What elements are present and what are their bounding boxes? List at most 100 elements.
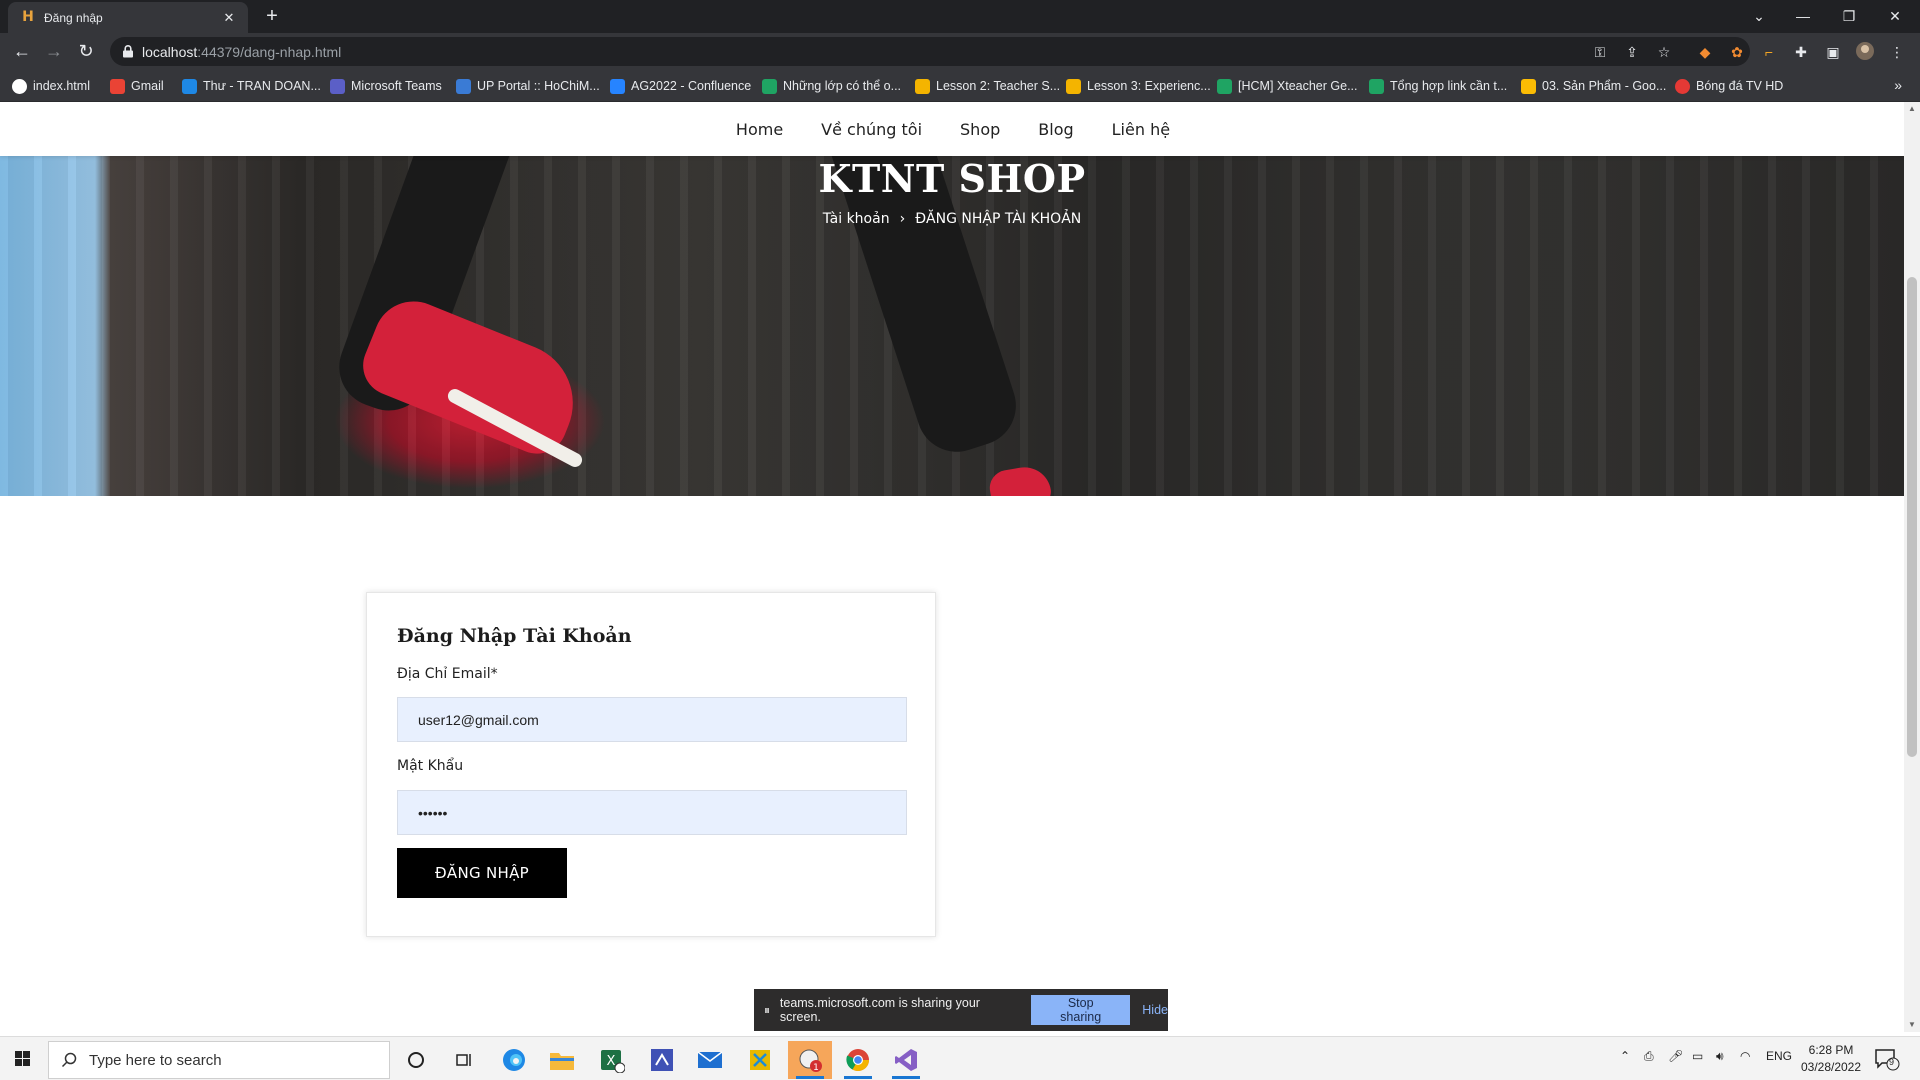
close-tab-icon[interactable]: ✕ — [220, 9, 238, 27]
visual-studio-code-icon[interactable] — [640, 1041, 684, 1079]
page-viewport: Home Về chúng tôi Shop Blog Liên hệ KTNT… — [0, 102, 1904, 1032]
bookmark-item[interactable]: Những lớp có thể o... — [762, 77, 901, 95]
site-favicon-icon: H — [22, 9, 34, 25]
scroll-down-arrow-icon[interactable]: ▼ — [1907, 1020, 1917, 1030]
teams-taskbar-icon[interactable]: 1 — [788, 1041, 832, 1079]
wifi-icon[interactable]: ◠ — [1740, 1049, 1750, 1063]
edge-browser-icon[interactable] — [492, 1041, 536, 1079]
profile-avatar[interactable] — [1854, 41, 1876, 63]
lock-icon[interactable] — [122, 45, 134, 58]
github-icon — [12, 78, 27, 94]
drag-handle-icon[interactable]: ⏸ — [764, 1003, 772, 1018]
show-hidden-icons-icon[interactable]: ⌃ — [1620, 1049, 1630, 1063]
start-button[interactable] — [0, 1037, 46, 1080]
breadcrumb-link-account[interactable]: Tài khoản — [823, 211, 890, 227]
svg-text:X: X — [607, 1054, 616, 1069]
chrome-icon[interactable] — [836, 1041, 880, 1079]
bookmark-item[interactable]: index.html — [12, 77, 90, 95]
nav-item-contact[interactable]: Liên hệ — [1112, 120, 1170, 139]
mail-icon[interactable] — [688, 1041, 732, 1079]
email-field[interactable] — [397, 697, 907, 742]
excel-icon[interactable]: X — [590, 1041, 634, 1079]
meet-now-icon[interactable]: ⎙ — [1644, 1049, 1654, 1064]
file-explorer-icon[interactable] — [540, 1041, 584, 1079]
language-indicator[interactable]: ENG — [1766, 1049, 1792, 1063]
microphone-icon[interactable]: 🎤︎ — [1668, 1049, 1683, 1063]
task-view-icon[interactable] — [442, 1041, 486, 1079]
bookmark-item[interactable]: UP Portal :: HoChiM... — [456, 77, 600, 95]
restore-button[interactable]: ❐ — [1836, 4, 1862, 28]
extension-icon[interactable]: ⌐ — [1758, 41, 1780, 63]
address-bar[interactable]: localhost:44379/dang-nhap.html ⚿ ⇪ ☆ — [110, 37, 1750, 66]
password-label: Mật Khẩu — [397, 758, 464, 774]
forward-button[interactable]: → — [42, 40, 66, 64]
outlook-icon — [182, 78, 197, 94]
breadcrumb-separator: › — [899, 211, 906, 227]
windows-taskbar: Type here to search X 1 ⌃ ⎙ 🎤︎ ▭ 🔊︎ ◠ EN… — [0, 1036, 1920, 1080]
login-button[interactable]: ĐĂNG NHẬP — [397, 848, 567, 898]
clock-time: 6:28 PM — [1808, 1043, 1854, 1057]
snipping-tool-icon[interactable] — [738, 1041, 782, 1079]
bookmark-item[interactable]: [HCM] Xteacher Ge... — [1217, 77, 1357, 95]
site-navigation: Home Về chúng tôi Shop Blog Liên hệ — [0, 102, 1904, 156]
nav-item-shop[interactable]: Shop — [960, 120, 1000, 139]
key-icon[interactable]: ⚿ — [1590, 42, 1610, 62]
extensions-puzzle-icon[interactable]: ✚ — [1790, 41, 1812, 63]
taskbar-clock[interactable]: 6:28 PM 03/28/2022 — [1796, 1042, 1866, 1076]
tab-search-icon[interactable]: ⌄ — [1746, 4, 1772, 28]
volume-icon[interactable]: 🔊︎ — [1716, 1049, 1724, 1064]
taskbar-search-box[interactable]: Type here to search — [48, 1041, 390, 1079]
scroll-up-arrow-icon[interactable]: ▲ — [1907, 104, 1917, 114]
share-icon[interactable]: ⇪ — [1622, 42, 1642, 62]
scrollbar-thumb[interactable] — [1907, 277, 1917, 757]
bookmark-item[interactable]: 03. Sản Phẩm - Goo... — [1521, 77, 1666, 95]
nav-item-home[interactable]: Home — [736, 120, 783, 139]
side-panel-icon[interactable]: ▣ — [1822, 41, 1844, 63]
extension-icon[interactable]: ◆ — [1694, 41, 1716, 63]
new-tab-button[interactable]: + — [260, 5, 284, 29]
browser-tab[interactable]: H Đăng nhập ✕ — [8, 2, 248, 33]
notification-count-badge: 9 — [1889, 1057, 1895, 1067]
nav-item-blog[interactable]: Blog — [1038, 120, 1073, 139]
hero-banner: KTNT SHOP Tài khoản › ĐĂNG NHẬP TÀI KHOẢN — [0, 156, 1904, 496]
cortana-icon[interactable] — [394, 1041, 438, 1079]
stop-sharing-button[interactable]: Stop sharing — [1031, 995, 1131, 1025]
extension-icon[interactable]: ✿ — [1726, 41, 1748, 63]
browser-toolbar: ← → ↻ localhost:44379/dang-nhap.html ⚿ ⇪… — [0, 33, 1920, 70]
more-bookmarks-icon[interactable]: » — [1894, 77, 1902, 93]
password-field[interactable] — [397, 790, 907, 835]
bookmark-item[interactable]: Lesson 3: Experienc... — [1066, 77, 1211, 95]
portal-icon — [456, 78, 471, 94]
visual-studio-icon[interactable] — [884, 1041, 928, 1079]
confluence-icon — [610, 78, 625, 94]
hide-sharing-bar-link[interactable]: Hide — [1142, 1003, 1168, 1017]
breadcrumb: Tài khoản › ĐĂNG NHẬP TÀI KHOẢN — [0, 211, 1904, 227]
menu-kebab-icon[interactable]: ⋮ — [1886, 41, 1908, 63]
bookmark-item[interactable]: Thư - TRAN DOAN... — [182, 77, 321, 95]
reload-button[interactable]: ↻ — [74, 40, 98, 64]
page-scrollbar[interactable]: ▲ ▼ — [1904, 102, 1920, 1032]
back-button[interactable]: ← — [10, 40, 34, 64]
bookmark-item[interactable]: Microsoft Teams — [330, 77, 442, 95]
search-icon — [61, 1052, 77, 1068]
bookmark-item[interactable]: Lesson 2: Teacher S... — [915, 77, 1060, 95]
sheets-icon — [762, 78, 777, 94]
bookmark-item[interactable]: AG2022 - Confluence — [610, 77, 751, 95]
site-icon — [1675, 78, 1690, 94]
slides-icon — [915, 78, 930, 94]
notification-center-icon[interactable]: 9 — [1874, 1047, 1900, 1071]
windows-logo-icon — [15, 1051, 30, 1066]
url-text: localhost:44379/dang-nhap.html — [142, 44, 342, 60]
sharing-status-text: teams.microsoft.com is sharing your scre… — [779, 996, 980, 1024]
battery-icon[interactable]: ▭ — [1692, 1049, 1703, 1063]
slides-icon — [1066, 78, 1081, 94]
nav-item-about[interactable]: Về chúng tôi — [821, 120, 922, 139]
close-window-button[interactable]: ✕ — [1882, 4, 1908, 28]
bookmark-item[interactable]: Tổng hợp link cần t... — [1369, 77, 1507, 95]
login-form-card: Đăng Nhập Tài Khoản Địa Chỉ Email* Mật K… — [366, 592, 936, 937]
bookmark-item[interactable]: Bóng đá TV HD — [1675, 77, 1783, 95]
bookmark-item[interactable]: Gmail — [110, 77, 164, 95]
bookmark-star-icon[interactable]: ☆ — [1654, 42, 1674, 62]
search-placeholder: Type here to search — [89, 1052, 222, 1069]
minimize-button[interactable]: — — [1790, 4, 1816, 28]
